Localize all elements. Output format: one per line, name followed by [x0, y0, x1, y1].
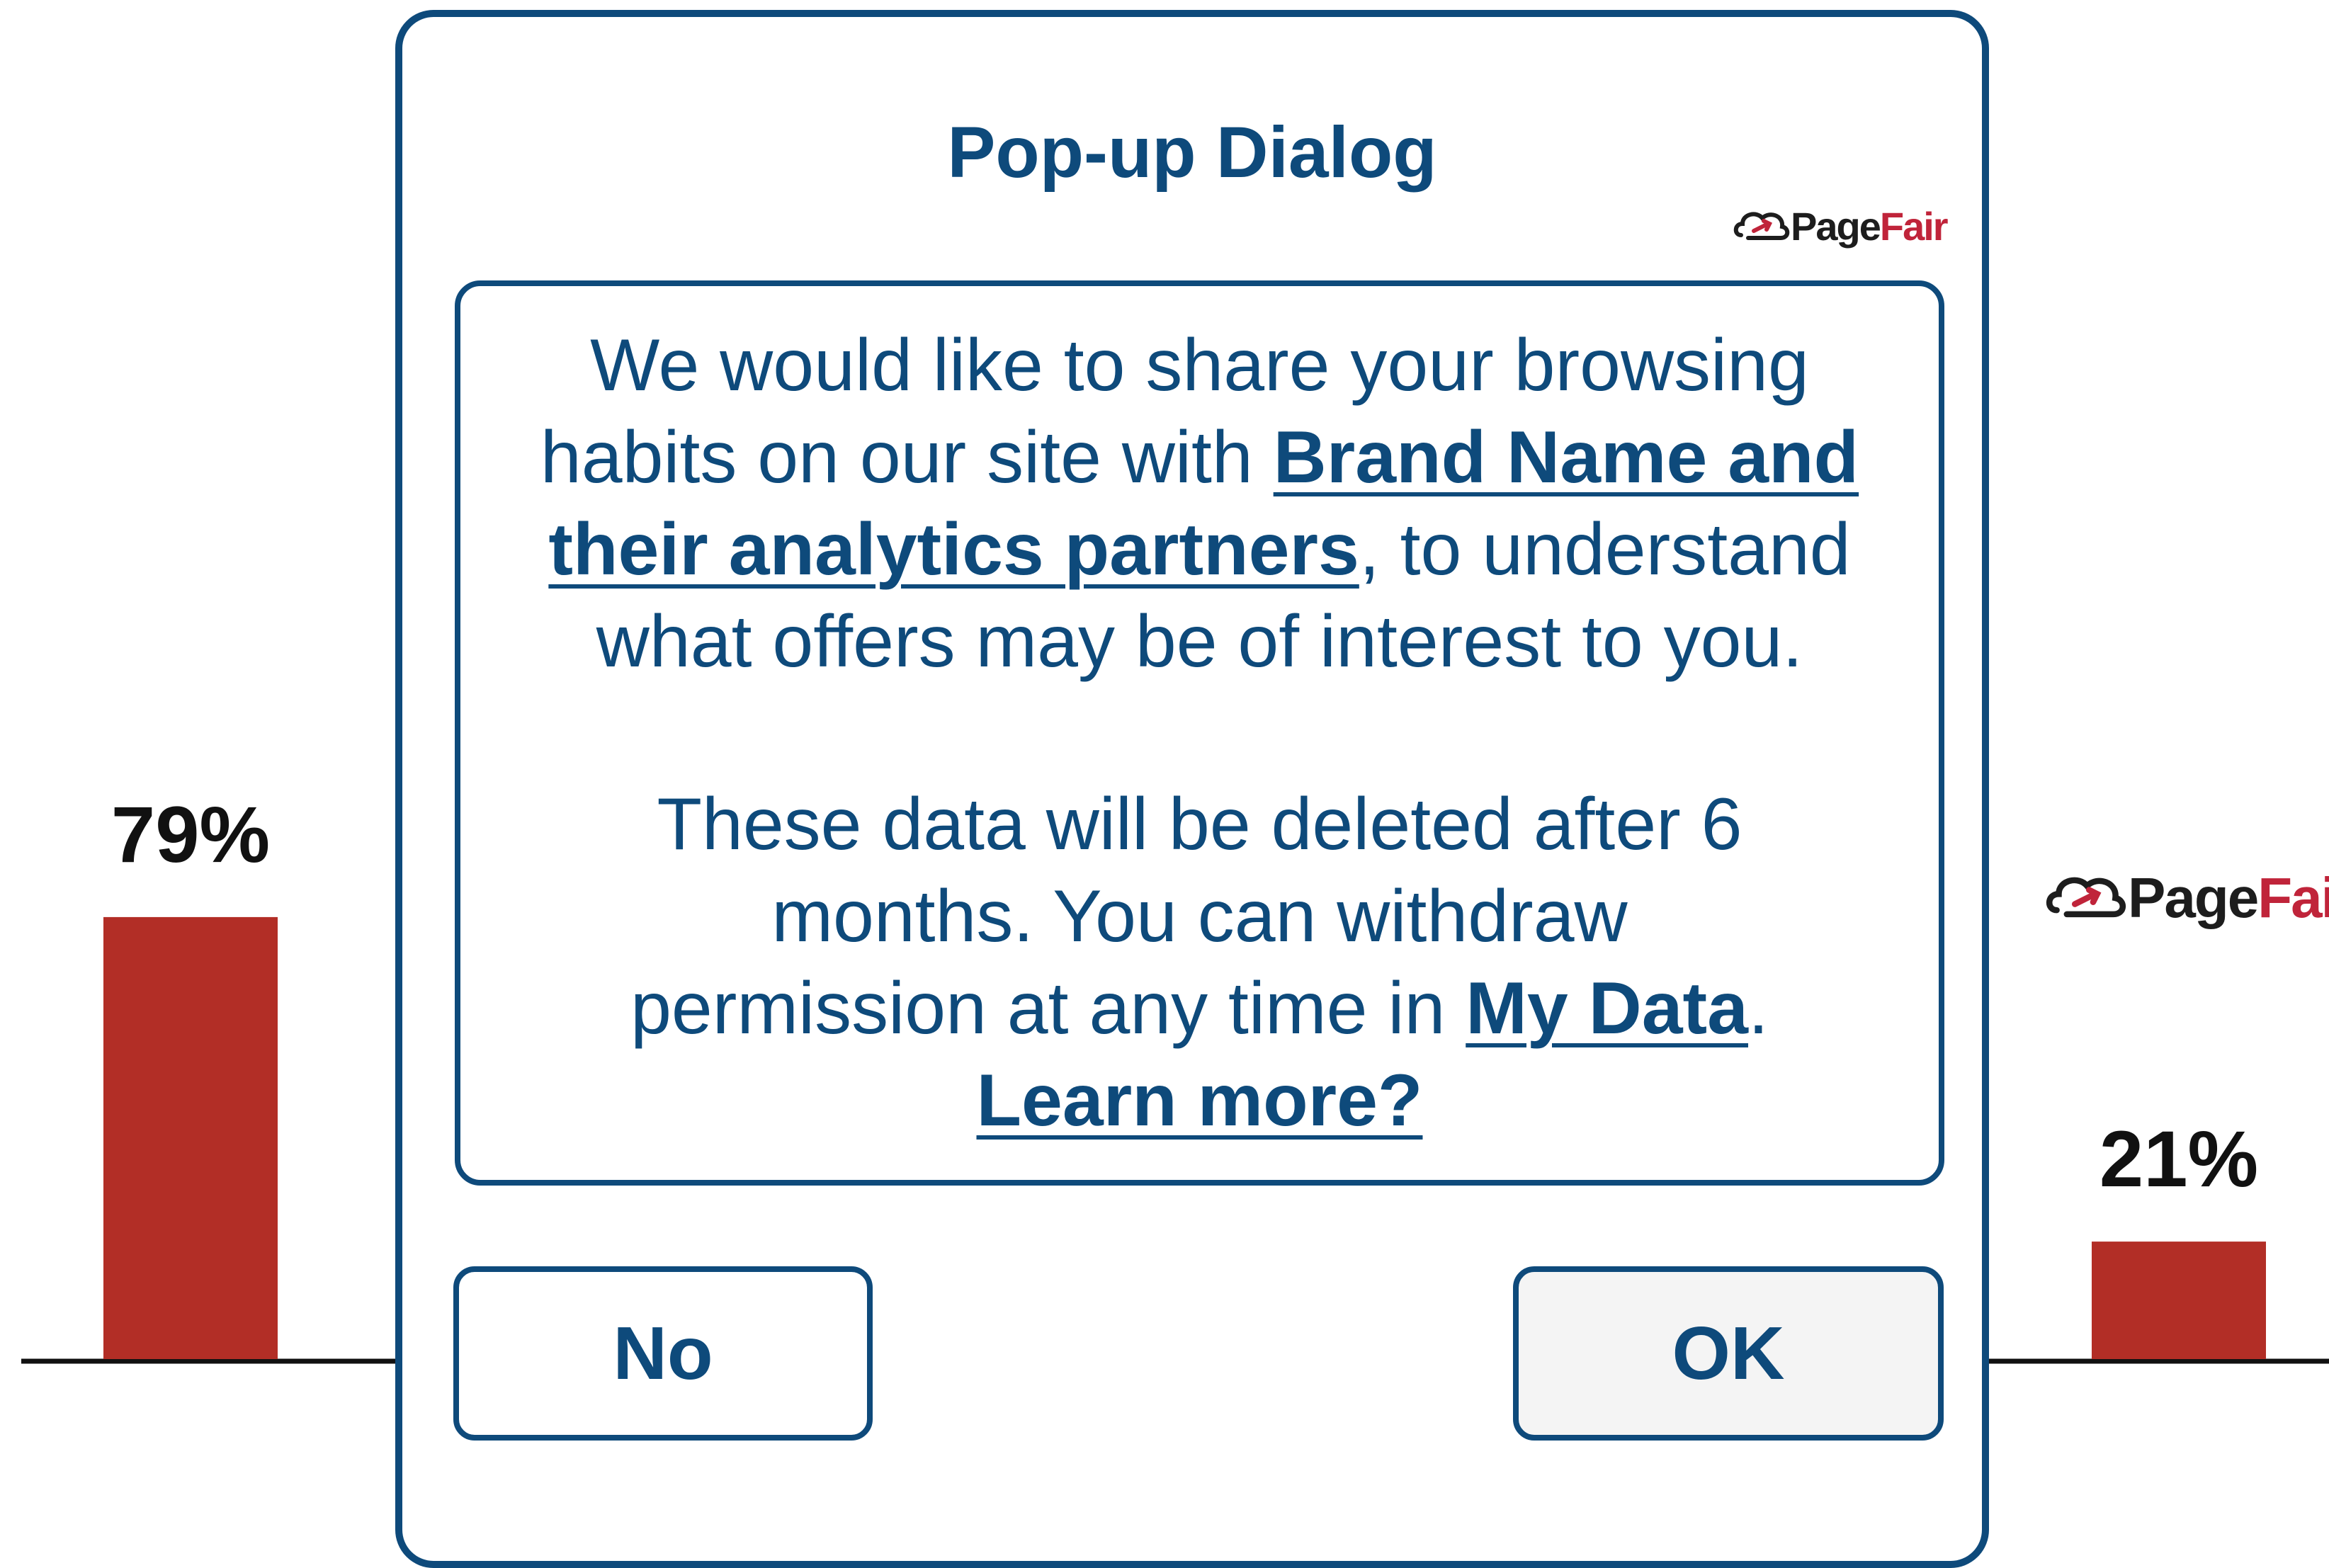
message-text: . — [1748, 967, 1769, 1050]
pagefair-cloud-icon — [2046, 877, 2126, 918]
popup-dialog: Pop-up Dialog PageFair We would like to … — [395, 10, 1989, 1568]
bar-value-label-1: 79% — [111, 790, 270, 879]
logo-text-fair: Fair — [1879, 204, 1949, 249]
no-button[interactable]: No — [453, 1266, 873, 1441]
pagefair-logo: PageFair — [1733, 204, 1949, 249]
message-paragraph-retention: These data will be deleted after 6 month… — [598, 778, 1802, 1147]
learn-more-link[interactable]: Learn more? — [977, 1059, 1423, 1142]
logo-text-fair: Fair — [2257, 866, 2329, 929]
dialog-title: Pop-up Dialog — [947, 112, 1437, 193]
logo-text-page: Page — [2128, 866, 2259, 929]
pagefair-cloud-icon — [1733, 212, 1790, 240]
pagefair-watermark: PageFair — [2044, 870, 2329, 926]
consent-message: We would like to share your browsing hab… — [455, 280, 1944, 1186]
ok-button[interactable]: OK — [1513, 1266, 1944, 1441]
bar-2 — [2092, 1242, 2266, 1359]
logo-text-page: Page — [1791, 204, 1881, 249]
message-paragraph-sharing: We would like to share your browsing hab… — [506, 319, 1894, 688]
my-data-link[interactable]: My Data — [1466, 967, 1748, 1050]
bar-1 — [103, 916, 278, 1359]
bar-value-label-2: 21% — [2100, 1115, 2258, 1203]
